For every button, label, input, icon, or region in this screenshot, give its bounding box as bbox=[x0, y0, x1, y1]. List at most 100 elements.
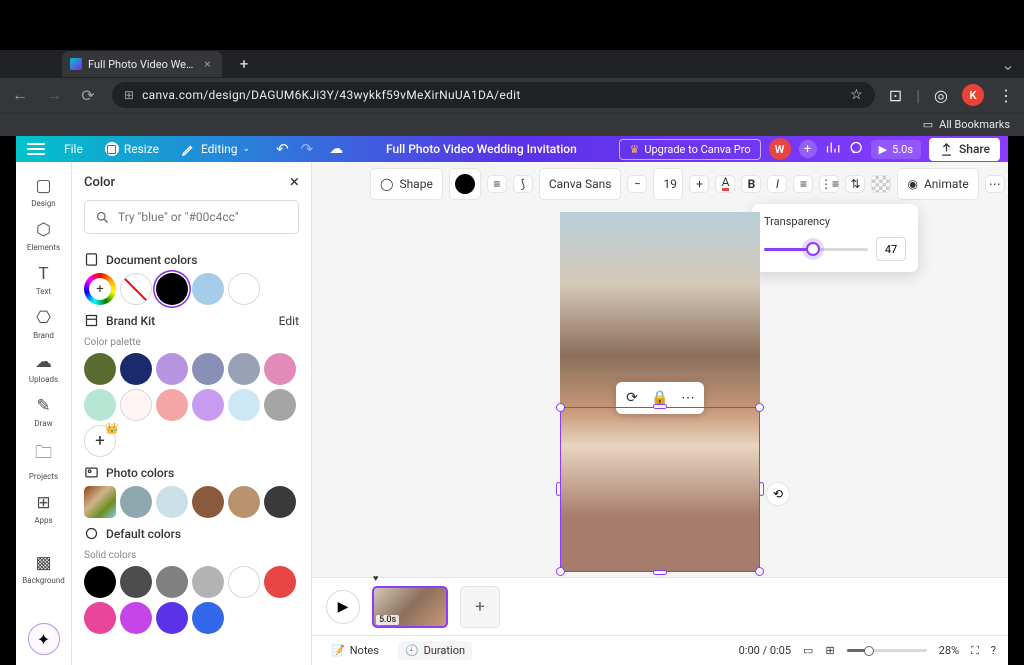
border-weight-button[interactable]: ≡ bbox=[487, 175, 507, 193]
photo-thumbnail[interactable] bbox=[84, 486, 116, 518]
italic-button[interactable]: I bbox=[767, 175, 787, 193]
selection-box[interactable] bbox=[560, 407, 760, 572]
add-page-button[interactable]: + bbox=[460, 586, 500, 628]
line-style-button[interactable]: ⟆ bbox=[513, 175, 533, 193]
color-swatch[interactable] bbox=[228, 273, 260, 305]
editing-mode-button[interactable]: Editing ⌄ bbox=[175, 139, 256, 160]
color-swatch[interactable] bbox=[120, 566, 152, 598]
animate-button[interactable]: ◉ Animate bbox=[897, 168, 978, 200]
color-swatch[interactable] bbox=[228, 486, 260, 518]
nav-apps[interactable]: ⊞Apps bbox=[16, 489, 71, 529]
color-search-input[interactable] bbox=[118, 210, 288, 224]
resize-handle[interactable] bbox=[556, 567, 565, 576]
chevron-down-icon[interactable]: ⌄ bbox=[998, 54, 1018, 74]
all-bookmarks-button[interactable]: ▭ All Bookmarks bbox=[923, 118, 1010, 131]
color-swatch[interactable] bbox=[120, 486, 152, 518]
upgrade-button[interactable]: ♛ Upgrade to Canva Pro bbox=[619, 139, 760, 160]
resize-handle[interactable] bbox=[755, 403, 764, 412]
nav-elements[interactable]: ⬡Elements bbox=[16, 216, 71, 256]
color-swatch[interactable] bbox=[192, 602, 224, 634]
transparency-value[interactable]: 47 bbox=[876, 237, 906, 261]
close-panel-icon[interactable]: × bbox=[290, 172, 299, 192]
resize-handle[interactable] bbox=[759, 482, 764, 496]
site-settings-icon[interactable]: ⊞ bbox=[124, 88, 134, 102]
color-swatch[interactable] bbox=[84, 353, 116, 385]
color-swatch[interactable] bbox=[156, 273, 188, 305]
align-button[interactable]: ≡ bbox=[793, 175, 813, 193]
color-swatch[interactable] bbox=[192, 566, 224, 598]
add-color-button[interactable]: + bbox=[84, 273, 116, 305]
color-swatch[interactable] bbox=[228, 389, 260, 421]
extension-icon[interactable]: ◎ bbox=[934, 86, 948, 105]
color-swatch[interactable] bbox=[120, 602, 152, 634]
nav-text[interactable]: TText bbox=[16, 260, 71, 300]
color-swatch[interactable] bbox=[120, 389, 152, 421]
reload-icon[interactable]: ⟳ bbox=[78, 85, 98, 105]
resize-handle[interactable] bbox=[653, 404, 667, 409]
fullscreen-icon[interactable]: ⛶ bbox=[971, 644, 979, 658]
color-swatch[interactable] bbox=[156, 566, 188, 598]
pages-view-icon[interactable]: ▭ bbox=[803, 644, 813, 657]
color-swatch[interactable] bbox=[192, 486, 224, 518]
no-color-swatch[interactable] bbox=[120, 273, 152, 305]
nav-background[interactable]: ▩Background bbox=[16, 549, 71, 589]
present-button[interactable]: ▶ 5.0s bbox=[871, 140, 921, 159]
cloud-sync-icon[interactable]: ☁ bbox=[329, 141, 343, 157]
color-search[interactable] bbox=[84, 200, 299, 234]
transparency-slider[interactable] bbox=[764, 248, 868, 251]
color-swatch[interactable] bbox=[156, 389, 188, 421]
transparency-button[interactable] bbox=[871, 175, 891, 193]
color-swatch[interactable] bbox=[192, 353, 224, 385]
shape-button[interactable]: ◯ Shape bbox=[370, 168, 443, 200]
help-icon[interactable]: ? bbox=[991, 644, 996, 657]
analytics-icon[interactable] bbox=[825, 140, 840, 159]
menu-button[interactable] bbox=[24, 139, 48, 159]
address-bar[interactable]: ⊞ canva.com/design/DAGUM6KJi3Y/43wykkf59… bbox=[112, 82, 875, 108]
duration-button[interactable]: 🕘 Duration bbox=[398, 641, 472, 660]
comment-icon[interactable] bbox=[848, 140, 863, 159]
rotate-handle[interactable]: ⟲ bbox=[766, 482, 790, 506]
new-tab-button[interactable]: + bbox=[232, 52, 256, 76]
design-page[interactable]: ⟳ 🔒 ⋯ ⟲ bbox=[560, 212, 760, 572]
color-swatch[interactable] bbox=[84, 389, 116, 421]
undo-icon[interactable]: ↶ bbox=[276, 140, 289, 158]
nav-uploads[interactable]: ☁Uploads bbox=[16, 348, 71, 388]
color-swatch[interactable] bbox=[84, 602, 116, 634]
color-swatch[interactable] bbox=[264, 389, 296, 421]
resize-button[interactable]: Resize bbox=[99, 139, 165, 159]
magic-button[interactable]: ✦ bbox=[28, 623, 60, 655]
color-swatch[interactable] bbox=[156, 486, 188, 518]
zoom-thumb[interactable] bbox=[864, 646, 874, 656]
spacing-button[interactable]: ⇅ bbox=[845, 175, 865, 193]
resize-handle[interactable] bbox=[755, 567, 764, 576]
add-brand-color[interactable]: +👑 bbox=[84, 425, 116, 457]
color-swatch[interactable] bbox=[156, 353, 188, 385]
resize-handle[interactable] bbox=[556, 403, 565, 412]
back-icon[interactable]: ← bbox=[10, 85, 30, 105]
color-swatch[interactable] bbox=[84, 566, 116, 598]
font-size-value[interactable]: 19 bbox=[653, 168, 683, 200]
share-button[interactable]: Share bbox=[929, 138, 1000, 161]
slider-thumb[interactable] bbox=[806, 242, 820, 256]
profile-avatar[interactable]: K bbox=[962, 84, 984, 106]
color-swatch[interactable] bbox=[192, 389, 224, 421]
color-swatch[interactable] bbox=[264, 566, 296, 598]
fill-color-button[interactable] bbox=[449, 168, 481, 200]
nav-projects[interactable]: 🗀Projects bbox=[16, 436, 71, 485]
browser-tab[interactable]: Full Photo Video Wedding Invitation × bbox=[62, 51, 222, 77]
grid-view-icon[interactable]: ⊞ bbox=[825, 644, 834, 657]
page-thumbnail[interactable]: 5.0s bbox=[372, 586, 448, 628]
bookmark-star-icon[interactable]: ☆ bbox=[850, 87, 863, 103]
kebab-menu-icon[interactable]: ⋮ bbox=[998, 86, 1014, 105]
list-button[interactable]: ⋮≡ bbox=[819, 175, 839, 193]
tab-close-icon[interactable]: × bbox=[201, 58, 214, 71]
text-color-button[interactable]: A bbox=[715, 175, 735, 193]
resize-handle[interactable] bbox=[653, 570, 667, 575]
redo-icon[interactable]: ↷ bbox=[301, 140, 314, 158]
color-swatch[interactable] bbox=[120, 353, 152, 385]
zoom-slider[interactable] bbox=[847, 649, 927, 652]
color-swatch[interactable] bbox=[228, 566, 260, 598]
color-swatch[interactable] bbox=[264, 486, 296, 518]
font-select[interactable]: Canva Sans bbox=[539, 168, 622, 200]
nav-brand[interactable]: ⎔Brand bbox=[16, 304, 71, 344]
